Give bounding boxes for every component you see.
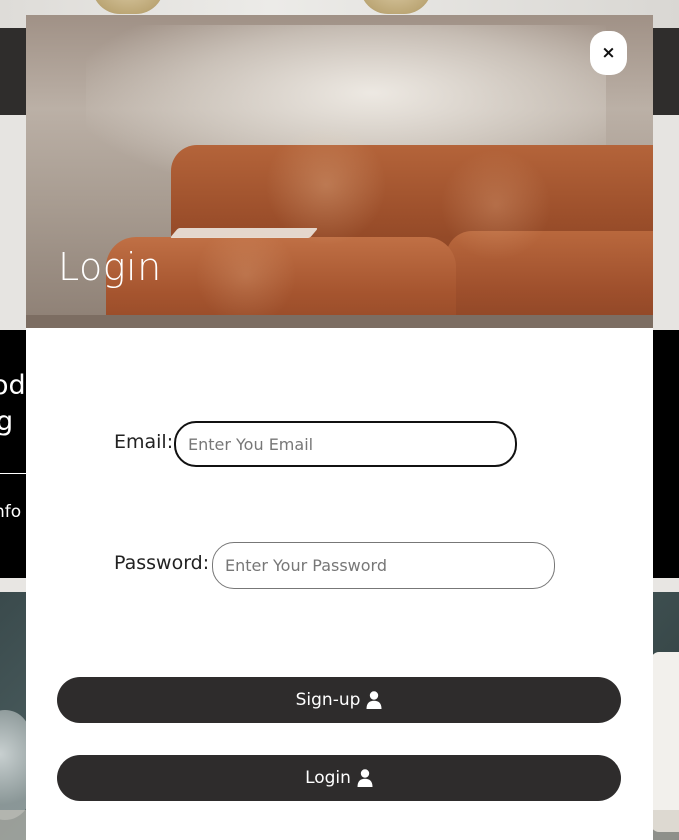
login-button[interactable]: Login (57, 755, 621, 801)
email-label: Email: (114, 431, 174, 453)
signup-button-label: Sign-up (295, 690, 361, 710)
user-icon (366, 691, 382, 709)
login-modal: Login × Email: Password: Sign-up Login (26, 15, 653, 840)
modal-title: Login (58, 245, 162, 289)
email-field[interactable] (174, 421, 517, 467)
close-icon: × (601, 43, 616, 63)
modal-hero-image: Login × (26, 15, 653, 328)
close-button[interactable]: × (590, 31, 627, 75)
password-field[interactable] (212, 542, 555, 589)
background-heading-fragment: od (0, 370, 26, 401)
pendant-lamp-image (360, 0, 432, 14)
login-button-label: Login (305, 768, 351, 788)
background-heading-fragment: g (0, 406, 14, 437)
floor-strip (26, 315, 653, 328)
signup-button[interactable]: Sign-up (57, 677, 621, 723)
user-icon (357, 769, 373, 787)
pendant-lamp-image (92, 0, 164, 14)
password-label: Password: (114, 552, 210, 574)
background-text-fragment: nfo (0, 502, 22, 522)
pillow-image (651, 652, 679, 832)
